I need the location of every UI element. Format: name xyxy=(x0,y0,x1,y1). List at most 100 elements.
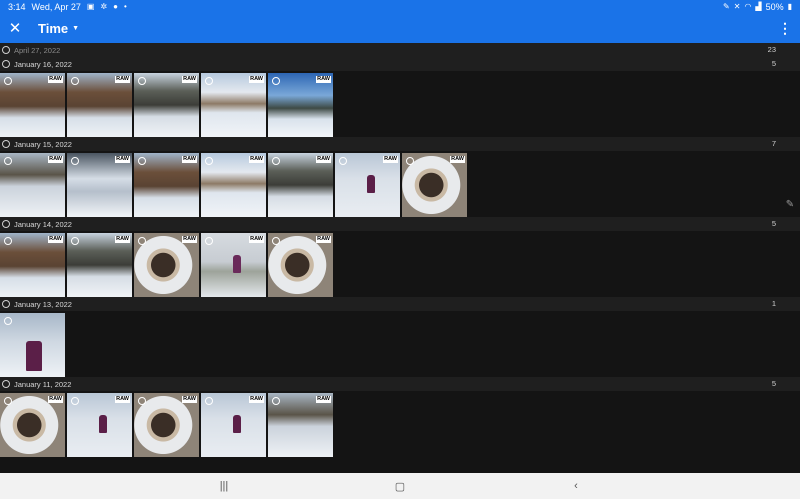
photo-thumbnail[interactable]: RAW xyxy=(67,153,132,217)
select-circle-icon[interactable] xyxy=(4,397,12,405)
more-options-button[interactable]: ⋮ xyxy=(770,13,800,43)
raw-badge: RAW xyxy=(48,156,63,163)
photo-thumbnail[interactable]: RAW xyxy=(67,73,132,137)
photo-thumbnail[interactable]: RAW xyxy=(134,393,199,457)
select-circle-icon[interactable] xyxy=(2,46,10,54)
select-circle-icon[interactable] xyxy=(2,380,10,388)
select-circle-icon[interactable] xyxy=(71,77,79,85)
photo-timeline[interactable]: April 27, 2022 23 January 16, 2022 5 RAW RAW R… xyxy=(0,43,800,473)
select-circle-icon[interactable] xyxy=(272,397,280,405)
raw-badge: RAW xyxy=(316,236,331,243)
photo-row: RAW RAW RAW RAW RAW xyxy=(0,71,800,137)
select-circle-icon[interactable] xyxy=(2,140,10,148)
select-circle-icon[interactable] xyxy=(2,60,10,68)
photo-thumbnail[interactable]: RAW xyxy=(201,233,266,297)
battery-icon: ▮ xyxy=(787,2,792,11)
photo-row: RAW RAW RAW RAW RAW xyxy=(0,391,800,457)
photo-thumbnail[interactable] xyxy=(0,313,65,377)
date-label: January 13, 2022 xyxy=(14,299,72,309)
raw-badge: RAW xyxy=(115,156,130,163)
raw-badge: RAW xyxy=(48,396,63,403)
photo-thumbnail[interactable]: RAW xyxy=(67,233,132,297)
date-group-header[interactable]: January 16, 2022 5 xyxy=(0,57,800,71)
photo-thumbnail[interactable]: RAW xyxy=(268,153,333,217)
photo-thumbnail[interactable]: RAW xyxy=(335,153,400,217)
select-circle-icon[interactable] xyxy=(4,237,12,245)
pen-icon: ✎ xyxy=(723,2,730,11)
signal-icon: ▟ xyxy=(755,2,762,11)
date-group-header[interactable]: January 13, 2022 1 xyxy=(0,297,800,311)
date-label: January 14, 2022 xyxy=(14,219,72,229)
photo-count: 23 xyxy=(767,45,776,54)
photo-thumbnail[interactable]: RAW xyxy=(402,153,467,217)
photo-thumbnail[interactable]: RAW xyxy=(0,233,65,297)
select-circle-icon[interactable] xyxy=(2,220,10,228)
select-circle-icon[interactable] xyxy=(138,397,146,405)
photo-thumbnail[interactable]: RAW xyxy=(134,153,199,217)
photo-thumbnail[interactable]: RAW xyxy=(67,393,132,457)
photo-thumbnail[interactable]: RAW xyxy=(134,233,199,297)
select-circle-icon[interactable] xyxy=(2,300,10,308)
photo-thumbnail[interactable]: RAW xyxy=(201,73,266,137)
date-group-header[interactable]: January 14, 2022 5 xyxy=(0,217,800,231)
photo-count: 5 xyxy=(771,59,776,68)
edit-button[interactable]: ✎ xyxy=(784,198,796,210)
settings-icon: ✲ xyxy=(100,2,108,11)
select-circle-icon[interactable] xyxy=(4,317,12,325)
recent-apps-button[interactable]: ||| xyxy=(204,473,244,499)
raw-badge: RAW xyxy=(249,236,264,243)
select-circle-icon[interactable] xyxy=(4,157,12,165)
select-circle-icon[interactable] xyxy=(339,157,347,165)
status-date: Wed, Apr 27 xyxy=(31,1,81,12)
select-circle-icon[interactable] xyxy=(272,77,280,85)
select-circle-icon[interactable] xyxy=(71,397,79,405)
raw-badge: RAW xyxy=(383,156,398,163)
date-label: January 11, 2022 xyxy=(14,379,72,389)
date-group-header[interactable]: January 15, 2022 7 xyxy=(0,137,800,151)
person-figure xyxy=(367,175,375,193)
select-circle-icon[interactable] xyxy=(205,237,213,245)
select-circle-icon[interactable] xyxy=(4,77,12,85)
photo-thumbnail[interactable]: RAW xyxy=(268,73,333,137)
photo-row xyxy=(0,311,800,377)
photo-row: RAW RAW RAW RAW RAW RAW RAW xyxy=(0,151,800,217)
photo-thumbnail[interactable]: RAW xyxy=(0,153,65,217)
select-circle-icon[interactable] xyxy=(205,157,213,165)
raw-badge: RAW xyxy=(182,396,197,403)
pencil-icon: ✎ xyxy=(785,198,795,210)
photo-row: RAW RAW RAW RAW RAW xyxy=(0,231,800,297)
person-figure xyxy=(99,415,107,433)
photo-thumbnail[interactable]: RAW xyxy=(0,73,65,137)
select-circle-icon[interactable] xyxy=(71,237,79,245)
more-vert-icon: ⋮ xyxy=(778,19,792,36)
select-circle-icon[interactable] xyxy=(406,157,414,165)
person-figure xyxy=(233,255,241,273)
select-circle-icon[interactable] xyxy=(71,157,79,165)
raw-badge: RAW xyxy=(48,236,63,243)
close-icon: ✕ xyxy=(8,20,22,37)
status-bar: 3:14 Wed, Apr 27 ▣ ✲ ● • ✎ ✕ ◠ ▟ 50% ▮ xyxy=(0,0,800,13)
app-bar: ✕ Time ▼ ⋮ xyxy=(0,13,800,43)
select-circle-icon[interactable] xyxy=(272,157,280,165)
photo-thumbnail[interactable]: RAW xyxy=(134,73,199,137)
photo-count: 7 xyxy=(771,139,776,148)
date-group-header[interactable]: April 27, 2022 23 xyxy=(0,43,800,57)
photo-thumbnail[interactable]: RAW xyxy=(268,393,333,457)
photo-thumbnail[interactable]: RAW xyxy=(201,393,266,457)
close-button[interactable]: ✕ xyxy=(0,13,30,43)
photo-thumbnail[interactable]: RAW xyxy=(268,233,333,297)
select-circle-icon[interactable] xyxy=(205,397,213,405)
date-group-header[interactable]: January 11, 2022 5 xyxy=(0,377,800,391)
select-circle-icon[interactable] xyxy=(138,157,146,165)
select-circle-icon[interactable] xyxy=(138,77,146,85)
photo-thumbnail[interactable]: RAW xyxy=(201,153,266,217)
select-circle-icon[interactable] xyxy=(138,237,146,245)
home-button[interactable]: ▢ xyxy=(380,473,420,499)
select-circle-icon[interactable] xyxy=(272,237,280,245)
view-mode-dropdown[interactable]: Time ▼ xyxy=(38,21,79,36)
raw-badge: RAW xyxy=(182,76,197,83)
select-circle-icon[interactable] xyxy=(205,77,213,85)
photo-thumbnail[interactable]: RAW xyxy=(0,393,65,457)
back-button[interactable]: ‹ xyxy=(556,473,596,499)
raw-badge: RAW xyxy=(249,396,264,403)
